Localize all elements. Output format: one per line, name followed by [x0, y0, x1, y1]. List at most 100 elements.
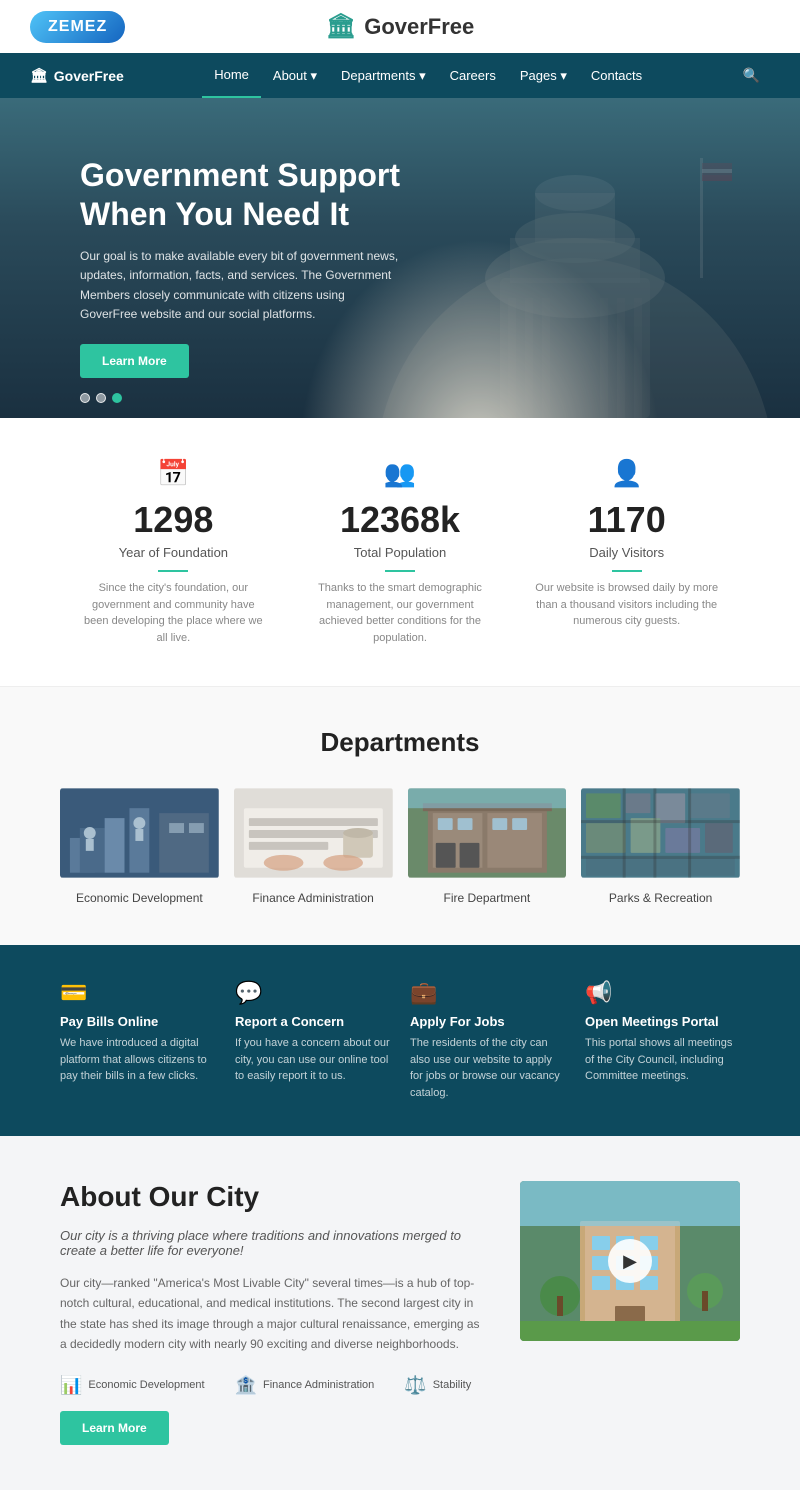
calendar-icon: 📅	[80, 458, 267, 489]
hero-content: Government SupportWhen You Need It Our g…	[0, 156, 480, 378]
service-meetings: 📢 Open Meetings Portal This portal shows…	[585, 980, 740, 1101]
service-jobs-desc: The residents of the city can also use o…	[410, 1035, 565, 1101]
dept-img-economic	[60, 788, 219, 878]
service-jobs: 💼 Apply For Jobs The residents of the ci…	[410, 980, 565, 1101]
nav-brand-name: GoverFree	[54, 68, 124, 84]
hero-learn-more-button[interactable]: Learn More	[80, 344, 189, 378]
stats-section: 📅 1298 Year of Foundation Since the city…	[0, 418, 800, 687]
dept-img-fire	[408, 788, 567, 878]
stat-divider-2	[385, 570, 415, 572]
navbar: 🏛 GoverFree Home About ▾ Departments ▾ C…	[0, 53, 800, 98]
stat-visitors: 👤 1170 Daily Visitors Our website is bro…	[513, 458, 740, 646]
dept-card-parks[interactable]: Parks & Recreation	[581, 788, 740, 905]
stat-foundation-label: Year of Foundation	[80, 545, 267, 560]
stability-icon: ⚖️	[404, 1375, 426, 1396]
video-thumbnail[interactable]: ▶	[520, 1181, 740, 1341]
stat-foundation-desc: Since the city's foundation, our governm…	[80, 580, 267, 646]
about-icons-row: 📊 Economic Development 🏦 Finance Adminis…	[60, 1375, 480, 1396]
stat-population-number: 12368k	[307, 499, 494, 541]
about-section: About Our City Our city is a thriving pl…	[0, 1136, 800, 1490]
dept-card-fire[interactable]: Fire Department	[408, 788, 567, 905]
people-icon: 👥	[307, 458, 494, 489]
stat-population: 👥 12368k Total Population Thanks to the …	[287, 458, 514, 646]
nav-link-careers[interactable]: Careers	[438, 54, 508, 97]
dept-name-fire: Fire Department	[408, 891, 567, 905]
hero-subtitle: Our goal is to make available every bit …	[80, 247, 400, 324]
stat-divider-3	[612, 570, 642, 572]
about-video: ▶	[520, 1181, 740, 1341]
stat-divider-1	[158, 570, 188, 572]
nav-item-departments[interactable]: Departments ▾	[329, 54, 438, 98]
services-section: 💳 Pay Bills Online We have introduced a …	[0, 945, 800, 1136]
dot-1[interactable]	[80, 393, 90, 403]
dot-2[interactable]	[96, 393, 106, 403]
about-icon-economic-label: Economic Development	[88, 1379, 204, 1391]
nav-item-home[interactable]: Home	[202, 53, 261, 98]
play-button[interactable]: ▶	[608, 1239, 652, 1283]
about-icon-stability-label: Stability	[433, 1379, 472, 1391]
nav-link-departments[interactable]: Departments ▾	[329, 54, 438, 98]
dept-img-parks	[581, 788, 740, 878]
about-icon-finance: 🏦 Finance Administration	[235, 1375, 375, 1396]
capitol-icon: 🏛	[326, 12, 356, 41]
departments-section: Departments Economic Development	[0, 687, 800, 945]
nav-brand: 🏛 GoverFree	[30, 53, 124, 98]
hero-title: Government SupportWhen You Need It	[80, 156, 400, 233]
departments-title: Departments	[60, 727, 740, 758]
finance-icon: 🏦	[235, 1375, 257, 1396]
nav-link-home[interactable]: Home	[202, 53, 261, 98]
stat-population-desc: Thanks to the smart demographic manageme…	[307, 580, 494, 646]
service-jobs-title: Apply For Jobs	[410, 1014, 565, 1029]
dept-name-economic: Economic Development	[60, 891, 219, 905]
service-report: 💬 Report a Concern If you have a concern…	[235, 980, 390, 1101]
site-brand: 🏛 GoverFree	[326, 12, 475, 41]
stat-foundation: 📅 1298 Year of Foundation Since the city…	[60, 458, 287, 646]
about-content: About Our City Our city is a thriving pl…	[60, 1181, 480, 1445]
nav-item-contacts[interactable]: Contacts	[579, 54, 654, 97]
nav-link-contacts[interactable]: Contacts	[579, 54, 654, 97]
about-tagline: Our city is a thriving place where tradi…	[60, 1228, 480, 1258]
zemez-logo[interactable]: ZEMEZ	[30, 11, 125, 43]
hero-section: Government SupportWhen You Need It Our g…	[0, 98, 800, 418]
stat-visitors-desc: Our website is browsed daily by more tha…	[533, 580, 720, 630]
meetings-icon: 📢	[585, 980, 740, 1006]
jobs-icon: 💼	[410, 980, 565, 1006]
dept-img-finance	[234, 788, 393, 878]
about-icon-stability: ⚖️ Stability	[404, 1375, 471, 1396]
pay-bills-icon: 💳	[60, 980, 215, 1006]
visitor-icon: 👤	[533, 458, 720, 489]
economic-icon: 📊	[60, 1375, 82, 1396]
stat-visitors-number: 1170	[533, 499, 720, 541]
dept-name-finance: Finance Administration	[234, 891, 393, 905]
dot-3[interactable]	[112, 393, 122, 403]
stat-population-label: Total Population	[307, 545, 494, 560]
nav-link-about[interactable]: About ▾	[261, 54, 329, 98]
service-meetings-desc: This portal shows all meetings of the Ci…	[585, 1035, 740, 1085]
stat-foundation-number: 1298	[80, 499, 267, 541]
nav-links: Home About ▾ Departments ▾ Careers Pages…	[202, 53, 654, 98]
service-report-title: Report a Concern	[235, 1014, 390, 1029]
service-pay-bills-title: Pay Bills Online	[60, 1014, 215, 1029]
nav-item-careers[interactable]: Careers	[438, 54, 508, 97]
departments-grid: Economic Development Finance Administrat…	[60, 788, 740, 905]
about-icon-finance-label: Finance Administration	[263, 1379, 374, 1391]
service-pay-bills: 💳 Pay Bills Online We have introduced a …	[60, 980, 215, 1101]
about-icon-economic: 📊 Economic Development	[60, 1375, 205, 1396]
nav-item-about[interactable]: About ▾	[261, 54, 329, 98]
nav-link-pages[interactable]: Pages ▾	[508, 54, 579, 98]
site-name: GoverFree	[364, 14, 474, 40]
nav-item-pages[interactable]: Pages ▾	[508, 54, 579, 98]
service-pay-bills-desc: We have introduced a digital platform th…	[60, 1035, 215, 1085]
service-report-desc: If you have a concern about our city, yo…	[235, 1035, 390, 1085]
service-meetings-title: Open Meetings Portal	[585, 1014, 740, 1029]
search-icon[interactable]: 🔍	[733, 53, 770, 98]
dept-card-finance[interactable]: Finance Administration	[234, 788, 393, 905]
about-description: Our city—ranked "America's Most Livable …	[60, 1273, 480, 1355]
about-learn-more-button[interactable]: Learn More	[60, 1411, 169, 1445]
top-bar: ZEMEZ 🏛 GoverFree	[0, 0, 800, 53]
dept-name-parks: Parks & Recreation	[581, 891, 740, 905]
report-icon: 💬	[235, 980, 390, 1006]
hero-dots	[80, 393, 122, 403]
dept-card-economic[interactable]: Economic Development	[60, 788, 219, 905]
stat-visitors-label: Daily Visitors	[533, 545, 720, 560]
